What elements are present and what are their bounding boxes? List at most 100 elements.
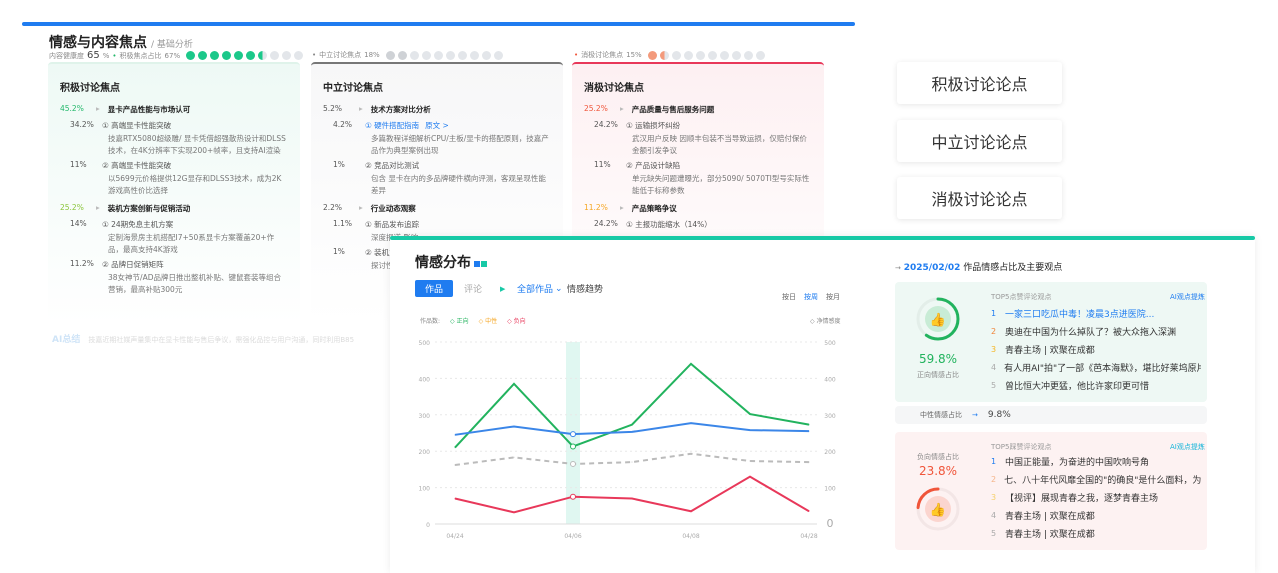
ai-summary-label: AI总结 [52,335,81,345]
item-title: ① 硬件搭配指南 [365,121,420,130]
opinion-text: 青春主场 | 欢聚在成都 [1005,529,1095,540]
item-pct: 24.2% [594,219,618,228]
progress-dot [707,50,717,60]
opinion-item[interactable]: 2七、八十年代风靡全国的"的确良"是什么面料，为何相... [991,470,1201,488]
progress-dot [671,50,681,60]
opinion-item[interactable]: 4 有人用AI"拍"了一部《芭本海默》，堪比好莱坞原片 [991,358,1201,376]
section-pct: 2.2% [323,203,343,212]
opinion-item[interactable]: 2 奥迪在中国为什么掉队了？被大众拖入深渊 [991,322,1201,340]
progress-dot [409,50,419,60]
ai-summary: AI总结 技嘉近期社媒声量集中在显卡性能与售后争议，需强化品控与用户沟通，同时利用… [52,332,354,345]
x-tick-label: 04/08 [682,533,699,540]
data-point [570,431,576,438]
opinion-item[interactable]: 5 青春主场 | 欢聚在成都 [991,524,1201,542]
focus-item: 1% ② 竞品对比测试 [333,160,551,171]
tag-positive[interactable]: 积极讨论论点 [897,62,1062,104]
pos-label: 积极焦点占比 [119,51,162,60]
focus-section[interactable]: 25.2% ▸ 产品质量与售后服务问题 [584,104,812,115]
positive-card: 👍 59.8% 正向情感占比 TOP5点赞评论观点 AI观点提炼 1 一家三口吃瓜… [895,282,1207,402]
opinion-text: 青春主场 | 欢聚在成都 [1005,511,1095,522]
works-filter-dropdown[interactable]: 全部作品 ⌄ [517,280,563,297]
progress-dot [258,51,268,60]
focus-section[interactable]: 45.2% ▸ 显卡产品性能与市场认可 [60,104,288,115]
tab-comments[interactable]: 评论 [458,280,488,297]
focus-column: 积极讨论焦点 45.2% ▸ 显卡产品性能与市场认可 34.2% ① 高端显卡性能突破 技嘉… [48,62,300,324]
play-icon: ▶ [500,284,506,293]
negative-metric: • 消极讨论焦点 15% [574,50,765,60]
panel-accent-bar [390,236,1255,240]
y-tick-label: 100 [419,486,431,493]
column-title: 积极讨论焦点 [60,83,120,94]
opinion-item[interactable]: 4 青春主场 | 欢聚在成都 [991,506,1201,524]
item-desc: 技嘉RTX5080超级雕/ 显卡凭借超强散热设计和DLSS技术，在4K分辨率下实… [108,134,286,155]
progress-dot [433,50,443,60]
y-tick-label: 500 [419,340,431,347]
y2-tick-label: 500 [824,340,836,347]
health-label: 内容健康度 [49,51,84,60]
item-title: ① 24期免息主机方案 [102,220,174,229]
neu-value: 18% [364,51,380,59]
tag-negative[interactable]: 消极讨论论点 [897,177,1062,219]
item-pct: 14% [70,219,87,228]
page-title: 情感与内容焦点 / 基础分析 [49,32,193,52]
focus-item: 24.2% ① 主报功能缩水（14%） [594,219,812,230]
legend-net[interactable]: ◇ 净情感度 [810,316,841,325]
focus-section[interactable]: 5.2% ▸ 技术方案对比分析 [323,104,551,115]
period-month[interactable]: 按月 [826,292,840,302]
progress-dot [198,51,208,60]
data-point [570,443,576,450]
net-label: 净情感度 [816,318,841,325]
arrow-icon: → [895,264,901,272]
positive-ai-button[interactable]: AI观点提炼 [1170,292,1205,302]
period-day[interactable]: 按日 [782,292,796,302]
data-point [570,460,576,467]
opinion-item[interactable]: 3 青春主场 | 欢聚在成都 [991,340,1201,358]
opinion-text: 中国正能量，为奋进的中国吹响号角 [1005,457,1150,468]
legend-positive[interactable]: ◇ 正向 [450,316,469,325]
data-point [570,493,576,500]
item-pct: 11% [70,160,87,169]
source-link[interactable]: 原文 > [425,120,449,131]
item-desc: 单元缺失问题遭曝光，部分5090/ 5070TI型号实际性能低于标称参数 [632,174,810,195]
item-pct: 4.2% [333,120,353,129]
legend-negative[interactable]: ◇ 负向 [507,316,526,325]
tag-neutral[interactable]: 中立讨论论点 [897,120,1062,162]
period-switch: 按日 按周 按月 [782,292,840,302]
y2-tick-label: 0 [827,517,834,530]
item-pct: 1.1% [333,219,353,228]
negative-gauge: 👍 [916,487,960,531]
focus-item: 1.1% ① 新品发布追踪 [333,219,551,230]
neg-value: 15% [626,51,642,59]
arrow-icon: → [972,411,978,419]
legend-neutral[interactable]: ◇ 中性 [479,316,498,325]
item-title: ① 主报功能缩水（14%） [626,220,712,229]
sentiment-distribution-panel: 情感分布 作品 评论 ▶ 全部作品 ⌄ 情感趋势 按日 按周 按月 作品数: ◇ … [390,236,1255,573]
period-week[interactable]: 按周 [804,292,818,302]
date-heading: → 2025/02/02 作品情感占比及主要观点 [895,260,1062,273]
opinion-item[interactable]: 3 【视评】展现青春之我，逐梦青春主场 [991,488,1201,506]
item-title: ② 竞品对比测试 [365,161,420,170]
tab-works[interactable]: 作品 [415,280,453,297]
focus-section[interactable]: 25.2% ▸ 装机方案创新与促销活动 [60,203,288,214]
opinion-text: 曾比恒大冲更猛，他比许家印更可惜 [1005,381,1150,392]
focus-section[interactable]: 2.2% ▸ 行业动态观察 [323,203,551,214]
item-pct: 11.2% [70,259,94,268]
date: 2025/02/02 [903,263,961,273]
progress-dot [282,51,292,60]
negative-ai-button[interactable]: AI观点提炼 [1170,442,1205,452]
ai-summary-text: 技嘉近期社媒声量集中在显卡性能与售后争议，需强化品控与用户沟通，同时利用B85 [88,336,355,344]
item-pct: 1% [333,247,345,256]
focus-section[interactable]: 11.2% ▸ 产品策略争议 [584,203,812,214]
opinion-item[interactable]: 1 中国正能量，为奋进的中国吹响号角 [991,452,1201,470]
focus-item: 11% ② 产品设计缺陷 [594,160,812,171]
section-pct: 11.2% [584,203,608,212]
progress-dot [731,50,741,60]
deco-square-icon [481,261,487,267]
item-pct: 1% [333,160,345,169]
progress-dot [719,50,729,60]
opinion-item[interactable]: 5 曾比恒大冲更猛，他比许家印更可惜 [991,376,1201,394]
item-desc: 以5699元价格提供12G显存和DLSS3技术，成为2K游戏高性价比选择 [108,174,282,195]
chevron-down-icon: ⌄ [555,283,563,294]
trend-label: 情感趋势 [567,285,604,295]
opinion-item[interactable]: 1 一家三口吃瓜中毒！凌晨3点进医院... [991,304,1201,322]
